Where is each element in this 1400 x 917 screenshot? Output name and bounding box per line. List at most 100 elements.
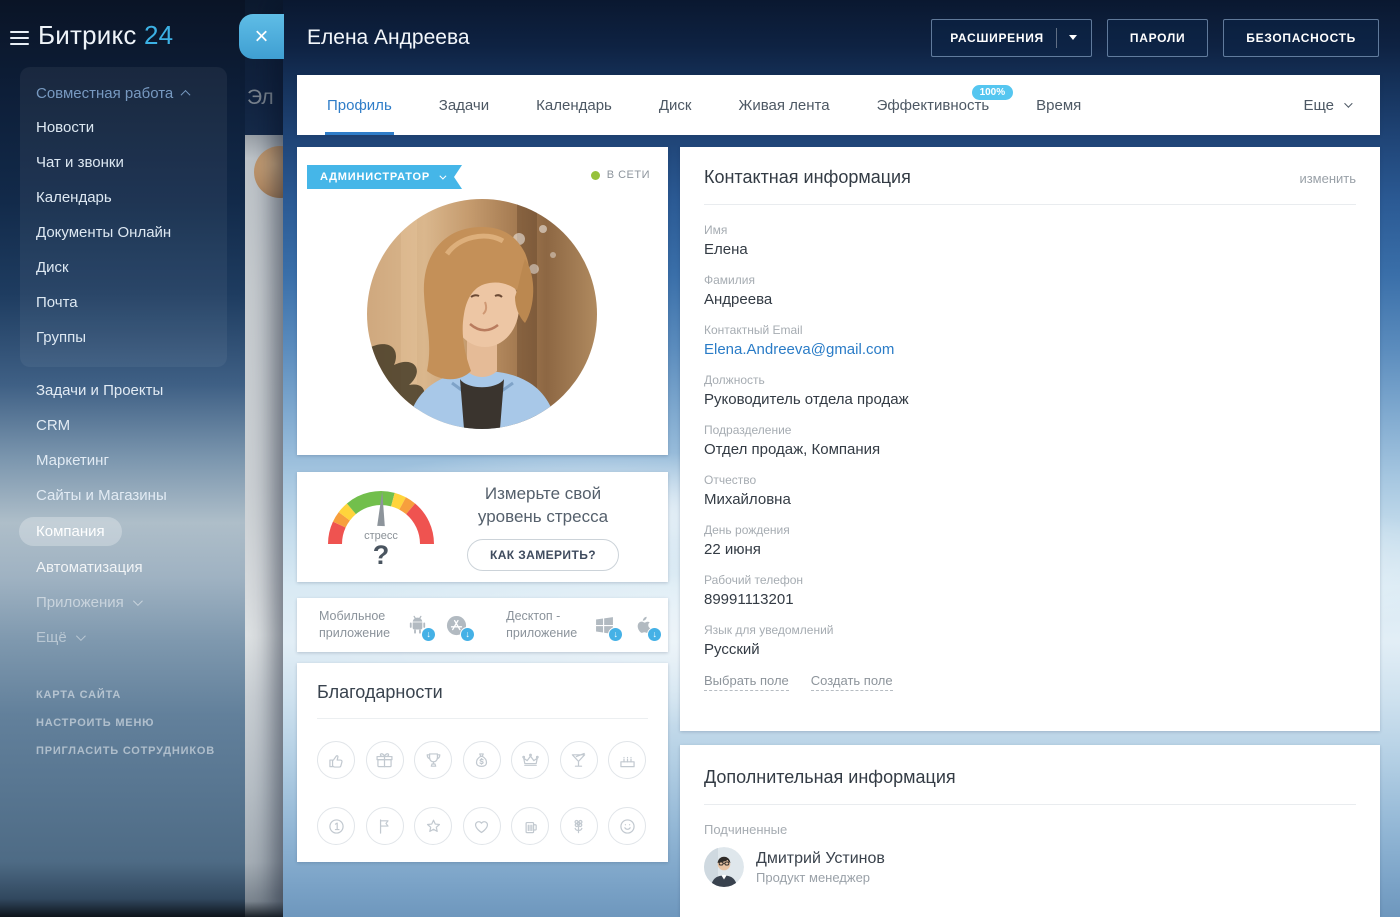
close-slider-button[interactable]: × [239, 14, 284, 59]
sidebar-item-more[interactable]: Ещё [0, 620, 245, 655]
select-field-link[interactable]: Выбрать поле [704, 673, 789, 691]
contact-info-card: Контактная информация изменить Имя Елена… [680, 147, 1380, 731]
apps-card: Мобильное приложение ↓ [297, 598, 668, 652]
desktop-app-icons: ↓ ↓ [591, 612, 657, 639]
hamburger-menu-icon[interactable] [10, 31, 29, 45]
content-area: АДМИНИСТРАТОР В СЕТИ [297, 147, 1380, 917]
tab-disk[interactable]: Диск [659, 75, 692, 135]
configure-menu-link[interactable]: НАСТРОИТЬ МЕНЮ [0, 709, 245, 737]
trophy-icon[interactable] [414, 741, 452, 779]
android-icon[interactable]: ↓ [404, 612, 431, 639]
profile-slider: Елена Андреева РАСШИРЕНИЯ ПАРОЛИ БЕЗОПАС… [283, 0, 1400, 917]
page-title: Елена Андреева [307, 26, 470, 50]
sidebar-item-apps[interactable]: Приложения [0, 585, 245, 620]
sidebar-item-company[interactable]: Компания [0, 513, 245, 550]
download-badge-icon: ↓ [421, 627, 436, 642]
gift-icon[interactable] [366, 741, 404, 779]
sidebar-item-news[interactable]: Новости [20, 110, 227, 145]
subordinate-row[interactable]: Дмитрий Устинов Продукт менеджер [704, 847, 1356, 887]
stress-right: Измерьте свой уровень стресса КАК ЗАМЕРИ… [467, 483, 619, 571]
chevron-up-icon [181, 90, 191, 100]
cake-icon[interactable] [608, 741, 646, 779]
money-bag-icon[interactable] [463, 741, 501, 779]
profile-tab-bar: Профиль Задачи Календарь Диск Живая лент… [297, 75, 1380, 135]
stress-card: стресс ? Измерьте свой уровень стресса К… [297, 472, 668, 582]
contact-fields: Имя Елена Фамилия Андреева Контактный Em… [704, 223, 1356, 658]
flag-icon[interactable] [366, 807, 404, 845]
chevron-down-icon [439, 172, 446, 179]
windows-icon[interactable]: ↓ [591, 612, 618, 639]
background-page-partial-title: Эл [247, 86, 274, 110]
apple-icon[interactable]: ↓ [630, 612, 657, 639]
background-page-body [245, 135, 283, 917]
download-badge-icon: ↓ [608, 627, 623, 642]
invite-employees-link[interactable]: ПРИГЛАСИТЬ СОТРУДНИКОВ [0, 737, 245, 765]
sidebar-item-mail[interactable]: Почта [20, 285, 227, 320]
crown-icon[interactable] [511, 741, 549, 779]
sidebar-group-header[interactable]: Совместная работа [20, 77, 227, 110]
field-position: Должность Руководитель отдела продаж [704, 373, 1356, 408]
cocktail-icon[interactable] [560, 741, 598, 779]
tab-feed[interactable]: Живая лента [738, 75, 829, 135]
tab-profile[interactable]: Профиль [327, 75, 392, 135]
field-email: Контактный Email Elena.Andreeva@gmail.co… [704, 323, 1356, 358]
passwords-button[interactable]: ПАРОЛИ [1107, 19, 1208, 57]
tab-tasks[interactable]: Задачи [439, 75, 489, 135]
efficiency-badge: 100% [972, 85, 1014, 100]
sidebar-item-groups[interactable]: Группы [20, 320, 227, 355]
sidebar-nav: Задачи и Проекты CRM Маркетинг Сайты и М… [0, 373, 245, 655]
admin-role-badge[interactable]: АДМИНИСТРАТОР [307, 165, 462, 189]
tab-calendar[interactable]: Календарь [536, 75, 612, 135]
field-middle-name: Отчество Михайловна [704, 473, 1356, 508]
sidebar-item-disk[interactable]: Диск [20, 250, 227, 285]
chevron-down-icon [1344, 99, 1352, 107]
sidebar-item-docs-online[interactable]: Документы Онлайн [20, 215, 227, 250]
online-status: В СЕТИ [591, 169, 650, 181]
download-badge-icon: ↓ [647, 627, 662, 642]
heart-icon[interactable] [463, 807, 501, 845]
flower-icon[interactable] [560, 807, 598, 845]
extensions-button[interactable]: РАСШИРЕНИЯ [931, 19, 1092, 57]
caret-down-icon[interactable] [1069, 35, 1077, 40]
tab-efficiency[interactable]: Эффективность 100% [877, 75, 990, 135]
sitemap-link[interactable]: КАРТА САЙТА [0, 681, 245, 709]
create-field-link[interactable]: Создать поле [811, 673, 893, 691]
sidebar-item-calendar[interactable]: Календарь [20, 180, 227, 215]
tab-time[interactable]: Время [1036, 75, 1081, 135]
number-one-icon[interactable] [317, 807, 355, 845]
sidebar-footer: КАРТА САЙТА НАСТРОИТЬ МЕНЮ ПРИГЛАСИТЬ СО… [0, 681, 245, 765]
additional-info-title: Дополнительная информация [704, 767, 1356, 788]
sidebar-item-crm[interactable]: CRM [0, 408, 245, 443]
button-divider [1056, 28, 1057, 48]
header-buttons: РАСШИРЕНИЯ ПАРОЛИ БЕЗОПАСНОСТЬ [931, 19, 1379, 57]
appstore-icon[interactable]: ↓ [443, 612, 470, 639]
field-work-phone: Рабочий телефон 89991113201 [704, 573, 1356, 608]
sidebar-group-panel: Совместная работа Новости Чат и звонки К… [20, 67, 227, 367]
sidebar-item-marketing[interactable]: Маркетинг [0, 443, 245, 478]
additional-info-divider [704, 804, 1356, 805]
field-language: Язык для уведомлений Русский [704, 623, 1356, 658]
stress-gauge: стресс ? [321, 484, 441, 570]
sidebar-item-sites-stores[interactable]: Сайты и Магазины [0, 478, 245, 513]
subordinates-label: Подчиненные [704, 822, 1356, 837]
thumbs-up-icon[interactable] [317, 741, 355, 779]
sidebar-item-tasks-projects[interactable]: Задачи и Проекты [0, 373, 245, 408]
contact-footer-links: Выбрать поле Создать поле [704, 673, 1356, 691]
beer-icon[interactable] [511, 807, 549, 845]
profile-photo-card: АДМИНИСТРАТОР В СЕТИ [297, 147, 668, 455]
star-icon[interactable] [414, 807, 452, 845]
sidebar: Битрикс 24 Совместная работа Новости Чат… [0, 0, 245, 917]
slider-header: Елена Андреева РАСШИРЕНИЯ ПАРОЛИ БЕЗОПАС… [283, 0, 1400, 75]
field-department: Подразделение Отдел продаж, Компания [704, 423, 1356, 458]
email-link[interactable]: Elena.Andreeva@gmail.com [704, 341, 1356, 358]
smiley-icon[interactable] [608, 807, 646, 845]
tab-more[interactable]: Еще [1303, 75, 1350, 135]
sidebar-item-chat[interactable]: Чат и звонки [20, 145, 227, 180]
additional-info-card: Дополнительная информация Подчиненные [680, 745, 1380, 917]
sidebar-item-automation[interactable]: Автоматизация [0, 550, 245, 585]
field-last-name: Фамилия Андреева [704, 273, 1356, 308]
edit-link[interactable]: изменить [1299, 171, 1356, 186]
security-button[interactable]: БЕЗОПАСНОСТЬ [1223, 19, 1379, 57]
contact-card-divider [704, 204, 1356, 205]
how-to-measure-button[interactable]: КАК ЗАМЕРИТЬ? [467, 539, 619, 571]
